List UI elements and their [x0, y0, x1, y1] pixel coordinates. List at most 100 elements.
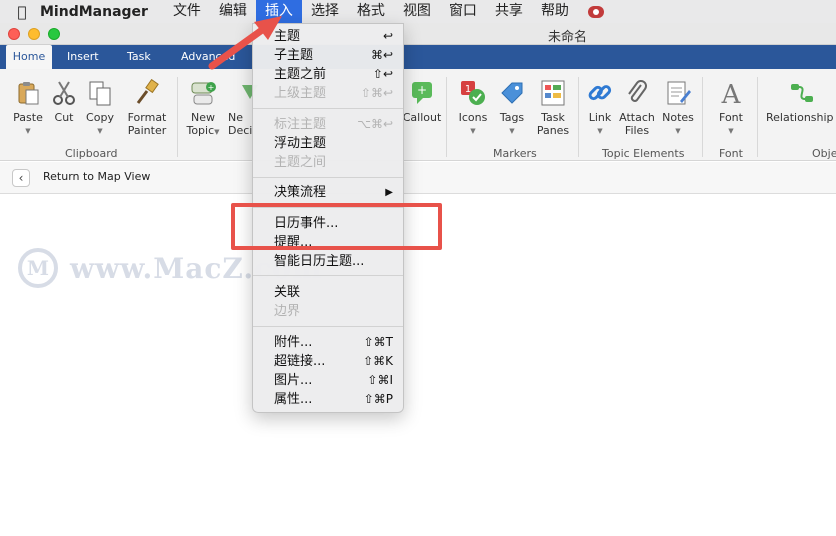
menu-item-subtopic[interactable]: 子主题 ⌘↩ — [253, 46, 403, 65]
icons-button[interactable]: 1 Icons ▼ — [455, 79, 491, 138]
menu-item-smart-calendar-topic[interactable]: 智能日历主题... — [253, 252, 403, 271]
return-to-map-view-link[interactable]: Return to Map View — [43, 170, 150, 183]
ribbon-tab-bar: Home Insert Task Advanced — [0, 45, 836, 69]
menu-view[interactable]: 视图 — [394, 0, 440, 23]
new-decision-label-1: Ne — [228, 111, 243, 124]
font-label: Font — [719, 111, 743, 124]
status-bar-app-icon[interactable] — [587, 5, 604, 18]
menu-item-shortcut: ⇧⌘T — [363, 335, 393, 349]
watermark-logo: M — [18, 248, 58, 288]
chevron-down-icon: ▼ — [470, 127, 476, 135]
format-painter-button[interactable]: Format Painter — [124, 79, 170, 137]
apple-icon[interactable]:  — [12, 3, 32, 21]
task-panes-label-2: Panes — [536, 124, 570, 137]
menu-separator — [253, 177, 403, 178]
chevron-left-icon[interactable]: ‹ — [12, 169, 30, 187]
menu-item-shortcut: ⇧⌘I — [367, 373, 393, 387]
menu-item-properties[interactable]: 属性... ⇧⌘P — [253, 390, 403, 409]
tab-task[interactable]: Task — [127, 45, 151, 69]
relationship-button[interactable]: Relationship — [766, 79, 836, 124]
svg-text:+: + — [417, 83, 427, 97]
window-minimize-button[interactable] — [28, 28, 40, 40]
window-zoom-button[interactable] — [48, 28, 60, 40]
tab-advanced[interactable]: Advanced — [181, 45, 235, 69]
font-icon: A — [721, 80, 742, 107]
paperclip-icon — [628, 80, 647, 102]
menu-separator — [253, 275, 403, 276]
app-name-menu[interactable]: MindManager — [40, 4, 148, 20]
menu-insert[interactable]: 插入 — [255, 0, 302, 23]
window-close-button[interactable] — [8, 28, 20, 40]
chevron-down-icon: ▼ — [214, 128, 220, 136]
menu-share[interactable]: 共享 — [486, 0, 532, 23]
new-topic-button[interactable]: + New Topic▼ — [183, 79, 223, 139]
macos-menu-bar:  MindManager 文件 编辑 插入 选择 格式 视图 窗口 共享 帮助 — [0, 0, 836, 23]
menu-item-callout-topic: 标注主题 ⌥⌘↩ — [253, 115, 403, 134]
copy-label: Copy — [86, 111, 114, 124]
menu-item-floating-topic[interactable]: 浮动主题 — [253, 134, 403, 153]
menu-item-attachment[interactable]: 附件... ⇧⌘T — [253, 333, 403, 352]
cut-button[interactable]: Cut — [50, 79, 78, 124]
callout-button[interactable]: + Callout — [402, 79, 442, 124]
group-label-topic-elements: Topic Elements — [602, 147, 685, 160]
format-painter-label-2: Painter — [127, 124, 167, 137]
new-topic-icon: + — [191, 82, 216, 105]
menu-item-shortcut: ↩ — [382, 29, 393, 43]
new-decision-label-2: Deci — [228, 124, 253, 137]
menu-item-label: 子主题 — [274, 48, 314, 63]
font-button[interactable]: A Font ▼ — [714, 79, 748, 138]
tab-insert[interactable]: Insert — [67, 45, 99, 69]
menu-item-relationship[interactable]: 关联 — [253, 283, 403, 302]
chevron-down-icon: ▼ — [25, 127, 31, 135]
return-to-map-bar: ‹ Return to Map View — [0, 162, 836, 194]
icons-marker-icon: 1 — [461, 81, 485, 105]
window-title-bar: 未命名 — [0, 23, 836, 45]
tags-button[interactable]: Tags ▼ — [496, 79, 528, 138]
notes-icon — [667, 81, 691, 105]
copy-button[interactable]: Copy ▼ — [84, 79, 116, 138]
menu-separator — [253, 326, 403, 327]
submenu-arrow-icon: ▶ — [385, 187, 393, 198]
notes-button[interactable]: Notes ▼ — [660, 79, 696, 138]
tags-label: Tags — [499, 111, 525, 124]
menu-item-label: 标注主题 — [274, 117, 327, 132]
menu-item-shortcut: ⌥⌘↩ — [357, 117, 393, 131]
ribbon-toolbar: Paste ▼ Cut Copy ▼ Format Painter Clipbo… — [0, 69, 836, 161]
menu-select[interactable]: 选择 — [302, 0, 348, 23]
attach-files-button[interactable]: Attach Files — [618, 79, 656, 137]
menu-item-topic-between: 主题之间 — [253, 153, 403, 172]
paste-button[interactable]: Paste ▼ — [10, 79, 46, 138]
chevron-down-icon: ▼ — [728, 127, 734, 135]
menu-item-boundary: 边界 — [253, 302, 403, 321]
menu-item-parent-topic: 上级主题 ⇧⌘↩ — [253, 84, 403, 103]
menu-item-image[interactable]: 图片... ⇧⌘I — [253, 371, 403, 390]
menu-item-hyperlink[interactable]: 超链接... ⇧⌘K — [253, 352, 403, 371]
svg-text:A: A — [721, 80, 742, 107]
tab-home[interactable]: Home — [6, 45, 52, 69]
attach-files-label-1: Attach — [619, 111, 655, 124]
task-panes-button[interactable]: Task Panes — [534, 79, 572, 137]
menu-item-label: 超链接... — [274, 354, 326, 369]
menu-item-topic-before[interactable]: 主题之前 ⇧↩ — [253, 65, 403, 84]
menu-format[interactable]: 格式 — [348, 0, 394, 23]
cut-label: Cut — [54, 111, 74, 124]
icons-label: Icons — [458, 111, 488, 124]
menu-window[interactable]: 窗口 — [440, 0, 486, 23]
group-label-clipboard: Clipboard — [65, 147, 118, 160]
document-title: 未命名 — [548, 30, 588, 45]
menu-item-label: 智能日历主题... — [274, 254, 365, 269]
group-separator — [578, 77, 579, 157]
menu-item-shortcut: ⇧⌘P — [363, 392, 393, 406]
menu-file[interactable]: 文件 — [164, 0, 210, 23]
svg-text:+: + — [208, 83, 215, 92]
group-label-font: Font — [719, 147, 743, 160]
link-button[interactable]: Link ▼ — [585, 79, 615, 138]
menu-edit[interactable]: 编辑 — [210, 0, 256, 23]
menu-item-decision-flow[interactable]: 决策流程 ▶ — [253, 183, 403, 202]
menu-help[interactable]: 帮助 — [532, 0, 578, 23]
chevron-down-icon: ▼ — [97, 127, 103, 135]
menu-item-topic[interactable]: 主题 ↩ — [253, 27, 403, 46]
notes-label: Notes — [662, 111, 694, 124]
tag-icon — [501, 82, 523, 104]
menu-item-label: 属性... — [274, 392, 313, 407]
